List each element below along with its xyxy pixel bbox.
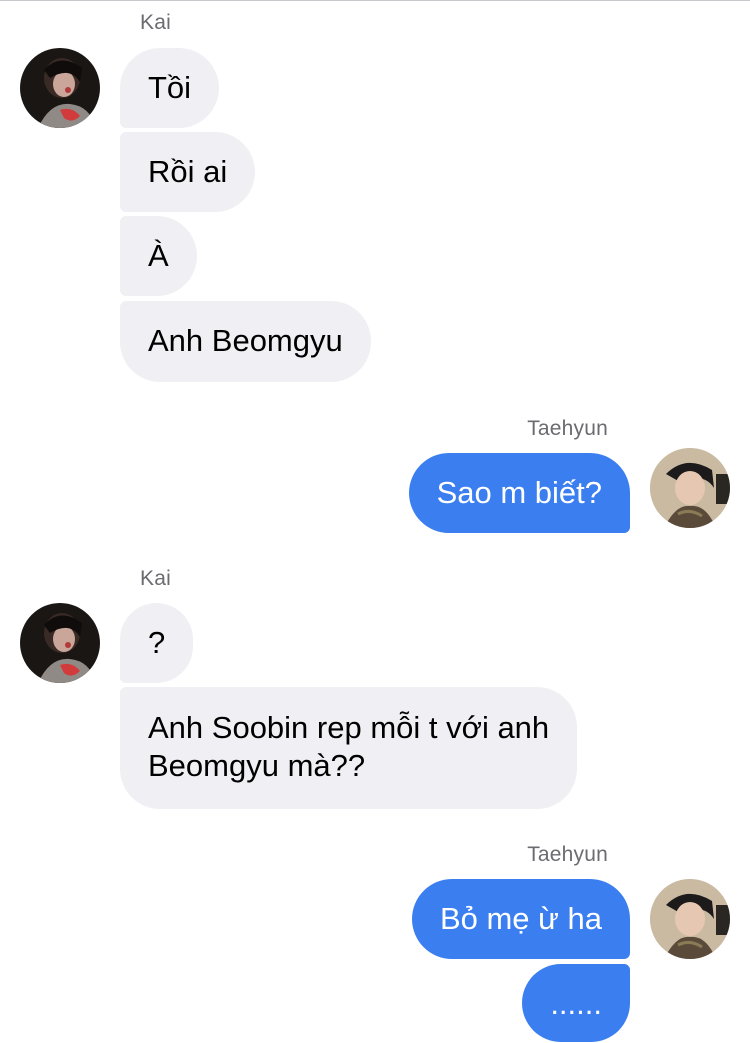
- chat-thread: Kai Tồi Rồi ai À Anh Beomgyu Taehyun Sao…: [0, 0, 750, 1043]
- message-bubble-incoming[interactable]: Rồi ai: [120, 132, 256, 212]
- message-bubble-incoming[interactable]: ?: [120, 603, 194, 683]
- message-bubble-incoming[interactable]: Anh Soobin rep mỗi t với anh Beomgyu mà?…: [120, 687, 578, 809]
- message-bubble-outgoing[interactable]: Sao m biết?: [408, 453, 630, 533]
- sender-name-taehyun: Taehyun: [527, 843, 608, 866]
- sender-name-taehyun: Taehyun: [527, 417, 608, 440]
- message-bubble-outgoing[interactable]: Bỏ mẹ ừ ha: [411, 879, 630, 959]
- sender-name-kai: Kai: [140, 567, 171, 590]
- message-bubble-incoming[interactable]: À: [120, 216, 197, 296]
- taehyun-avatar-icon[interactable]: [650, 448, 730, 528]
- sender-name-kai: Kai: [140, 11, 171, 34]
- kai-avatar-icon[interactable]: [20, 603, 100, 683]
- kai-avatar-icon[interactable]: [20, 48, 100, 128]
- message-bubble-incoming[interactable]: Anh Beomgyu: [120, 301, 371, 382]
- taehyun-avatar-icon[interactable]: [650, 879, 730, 959]
- message-bubble-outgoing[interactable]: ......: [522, 964, 630, 1042]
- message-bubble-incoming[interactable]: Tồi: [120, 48, 220, 128]
